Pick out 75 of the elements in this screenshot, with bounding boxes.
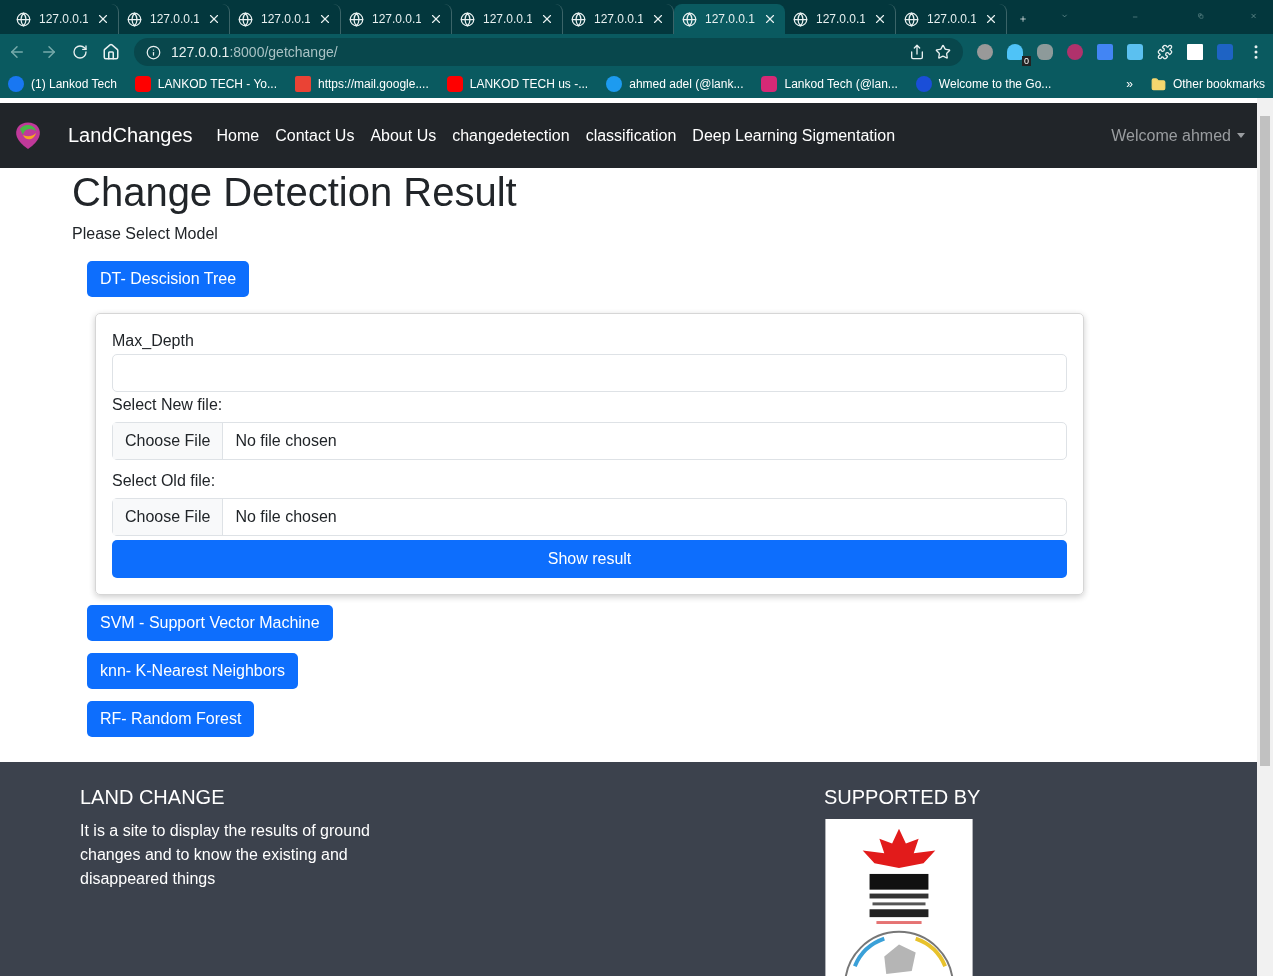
prompt-text: Please Select Model: [72, 225, 219, 243]
bookmark-icon: [915, 76, 932, 92]
close-icon[interactable]: [318, 12, 332, 26]
field-label: Max_Depth: [112, 332, 195, 350]
close-icon[interactable]: [873, 12, 887, 26]
extension-icon[interactable]: [1037, 44, 1053, 60]
file-input[interactable]: Choose File No file chosen: [112, 498, 1067, 536]
nav-link[interactable]: About Us: [370, 126, 437, 145]
close-icon[interactable]: [429, 12, 443, 26]
back-icon[interactable]: [8, 43, 26, 61]
bookmark-icon: [295, 76, 311, 92]
globe-icon: [16, 11, 31, 27]
depth-input[interactable]: [112, 354, 1067, 392]
bookmark-icon: [134, 76, 151, 92]
globe-icon: [349, 11, 364, 27]
globe-icon: [682, 11, 697, 27]
more-bookmarks[interactable]: »: [1126, 77, 1133, 91]
address-bar[interactable]: 127.0.0.1:8000/getchange/: [134, 38, 963, 66]
bookmark[interactable]: Welcome to the Go...: [915, 76, 1052, 92]
nav-link[interactable]: changedetection: [452, 126, 570, 145]
globe-icon: [571, 11, 586, 27]
forward-icon[interactable]: [40, 43, 58, 61]
folder-icon: [1150, 76, 1166, 92]
info-icon: [146, 44, 161, 60]
model-button[interactable]: SVM - Support Vector Machine: [87, 605, 333, 641]
footer-text: It is a site to display the results of ground changes and to know the existing and disappeared things: [80, 821, 371, 889]
globe-icon: [238, 11, 253, 27]
other-bookmarks[interactable]: Other bookmarks: [1150, 76, 1265, 92]
nav-link[interactable]: classification: [585, 126, 677, 145]
bookmark[interactable]: Lankod Tech (@lan...: [761, 76, 898, 92]
extension-icon[interactable]: [977, 44, 993, 60]
bookmark-icon: [446, 76, 463, 92]
page-title: Change Detection Result: [72, 170, 518, 215]
bookmark-icon: [761, 76, 778, 92]
browser-tab[interactable]: 127.0.0.1: [674, 4, 785, 34]
ghost-icon[interactable]: [1007, 44, 1023, 60]
bookmark[interactable]: https://mail.google....: [295, 76, 429, 92]
nav-link[interactable]: Contact Us: [275, 126, 355, 145]
share-icon[interactable]: [909, 44, 925, 60]
close-icon[interactable]: [651, 12, 665, 26]
field-label: Select New file:: [112, 396, 224, 414]
radio-icon[interactable]: [1127, 44, 1143, 60]
footer-title: LAND CHANGE: [80, 786, 226, 809]
puzzle-icon[interactable]: [1157, 44, 1173, 60]
bookmark-icon: [8, 76, 24, 92]
bookmark[interactable]: ahmed adel (@lank...: [606, 76, 744, 92]
close-icon[interactable]: [96, 12, 110, 26]
close-icon[interactable]: [763, 12, 777, 26]
scrollbar[interactable]: [1257, 98, 1273, 976]
home-icon[interactable]: [102, 43, 120, 61]
show-result-button[interactable]: Show result: [112, 540, 1067, 578]
file-input[interactable]: Choose File No file chosen: [112, 422, 1067, 460]
globe-icon: [904, 11, 919, 27]
nav-link[interactable]: Home: [216, 126, 260, 145]
model-button[interactable]: knn- K-Nearest Neighbors: [87, 653, 298, 689]
globe-icon: [127, 11, 142, 27]
field-label: Select Old file:: [112, 472, 217, 490]
globe-icon: [793, 11, 808, 27]
close-icon[interactable]: [207, 12, 221, 26]
nav-link[interactable]: Deep Learning Sigmentation: [692, 126, 896, 145]
close-icon[interactable]: [984, 12, 998, 26]
model-button[interactable]: RF- Random Forest: [87, 701, 255, 737]
model-button[interactable]: DT- Descision Tree: [87, 261, 250, 297]
star-icon[interactable]: [935, 44, 951, 60]
bookmark[interactable]: LANKOD TECH us -...: [446, 76, 589, 92]
user-menu[interactable]: Welcome ahmed: [1111, 126, 1245, 145]
extension-badge: 0: [1022, 56, 1031, 66]
globe-icon: [460, 11, 475, 27]
bookmark-icon: [606, 76, 623, 92]
brand-name[interactable]: LandChanges: [68, 124, 193, 147]
bookmark[interactable]: (1) Lankod Tech: [8, 76, 117, 92]
reload-icon[interactable]: [72, 44, 88, 60]
bookmark[interactable]: LANKOD TECH - Yo...: [134, 76, 277, 92]
close-icon[interactable]: [540, 12, 554, 26]
footer-title: SUPPORTED BY: [824, 786, 982, 809]
